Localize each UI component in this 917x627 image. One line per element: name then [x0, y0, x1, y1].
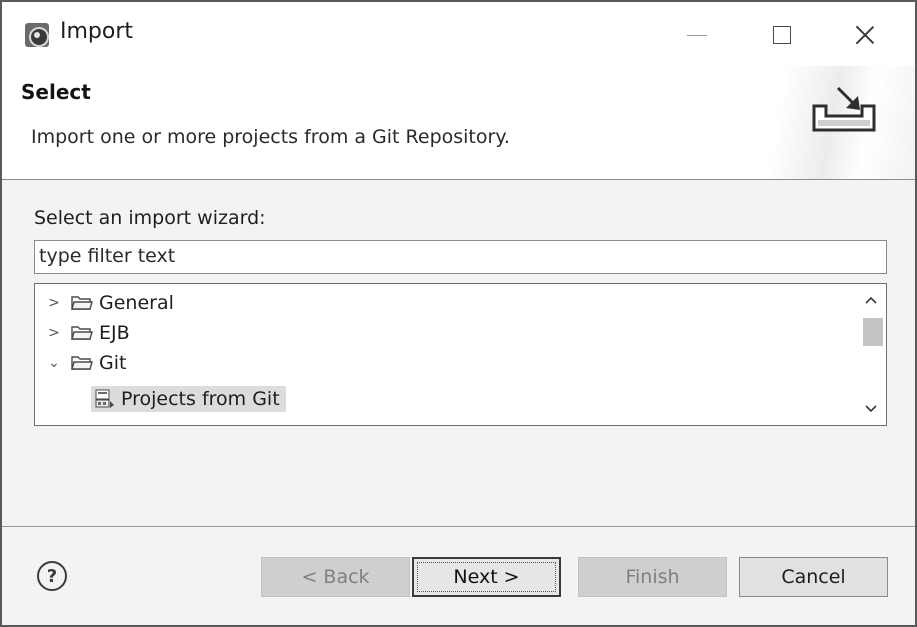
chevron-up-icon	[865, 296, 877, 304]
scroll-up-button[interactable]	[863, 292, 879, 308]
wizard-label: Select an import wizard:	[34, 207, 266, 229]
help-button[interactable]: ?	[37, 561, 67, 591]
tree-item-general[interactable]: > General	[45, 288, 174, 318]
close-icon	[855, 25, 875, 45]
tree-item-label: Projects from Git	[121, 388, 280, 410]
focus-ring	[417, 562, 556, 592]
chevron-right-icon[interactable]: >	[45, 295, 63, 311]
finish-button[interactable]: Finish	[578, 557, 727, 597]
tree-item-label: EJB	[99, 322, 130, 344]
next-button[interactable]: Next >	[412, 557, 561, 597]
help-icon: ?	[46, 565, 58, 587]
page-description: Import one or more projects from a Git R…	[31, 126, 510, 148]
filter-input[interactable]	[34, 240, 887, 274]
maximize-button[interactable]	[759, 14, 805, 56]
eclipse-app-icon	[25, 23, 49, 47]
back-button[interactable]: < Back	[261, 557, 410, 597]
folder-icon	[71, 326, 93, 340]
tree-item-projects-from-git[interactable]: Projects from Git	[91, 384, 286, 414]
folder-icon	[71, 296, 93, 310]
selected-item-highlight: Projects from Git	[91, 386, 286, 412]
chevron-down-icon[interactable]: ⌄	[45, 355, 63, 371]
page-title: Select	[21, 80, 91, 104]
window-title: Import	[60, 19, 134, 44]
cancel-button[interactable]: Cancel	[739, 557, 888, 597]
tree-item-label: General	[99, 292, 174, 314]
wizard-tree: > General > EJB ⌄ Git Projects from Git	[34, 283, 887, 426]
wizard-banner: Select Import one or more projects from …	[2, 66, 915, 180]
git-projects-icon	[95, 389, 114, 408]
tree-item-ejb[interactable]: > EJB	[45, 318, 130, 348]
minimize-icon	[687, 34, 707, 36]
close-button[interactable]	[842, 14, 888, 56]
maximize-icon	[773, 26, 791, 44]
footer-separator	[2, 526, 915, 527]
chevron-right-icon[interactable]: >	[45, 325, 63, 341]
tree-scrollbar[interactable]	[857, 284, 886, 425]
title-bar: Import	[2, 2, 915, 66]
folder-open-icon	[71, 356, 93, 370]
chevron-down-icon	[865, 405, 877, 413]
tree-item-label: Git	[99, 352, 127, 374]
import-wizard-icon	[812, 86, 876, 132]
tree-item-git[interactable]: ⌄ Git	[45, 348, 126, 378]
minimize-button[interactable]	[674, 14, 720, 56]
scroll-down-button[interactable]	[863, 401, 879, 417]
scroll-thumb[interactable]	[863, 318, 883, 346]
import-dialog: Import Select Import one or more project…	[0, 0, 917, 627]
